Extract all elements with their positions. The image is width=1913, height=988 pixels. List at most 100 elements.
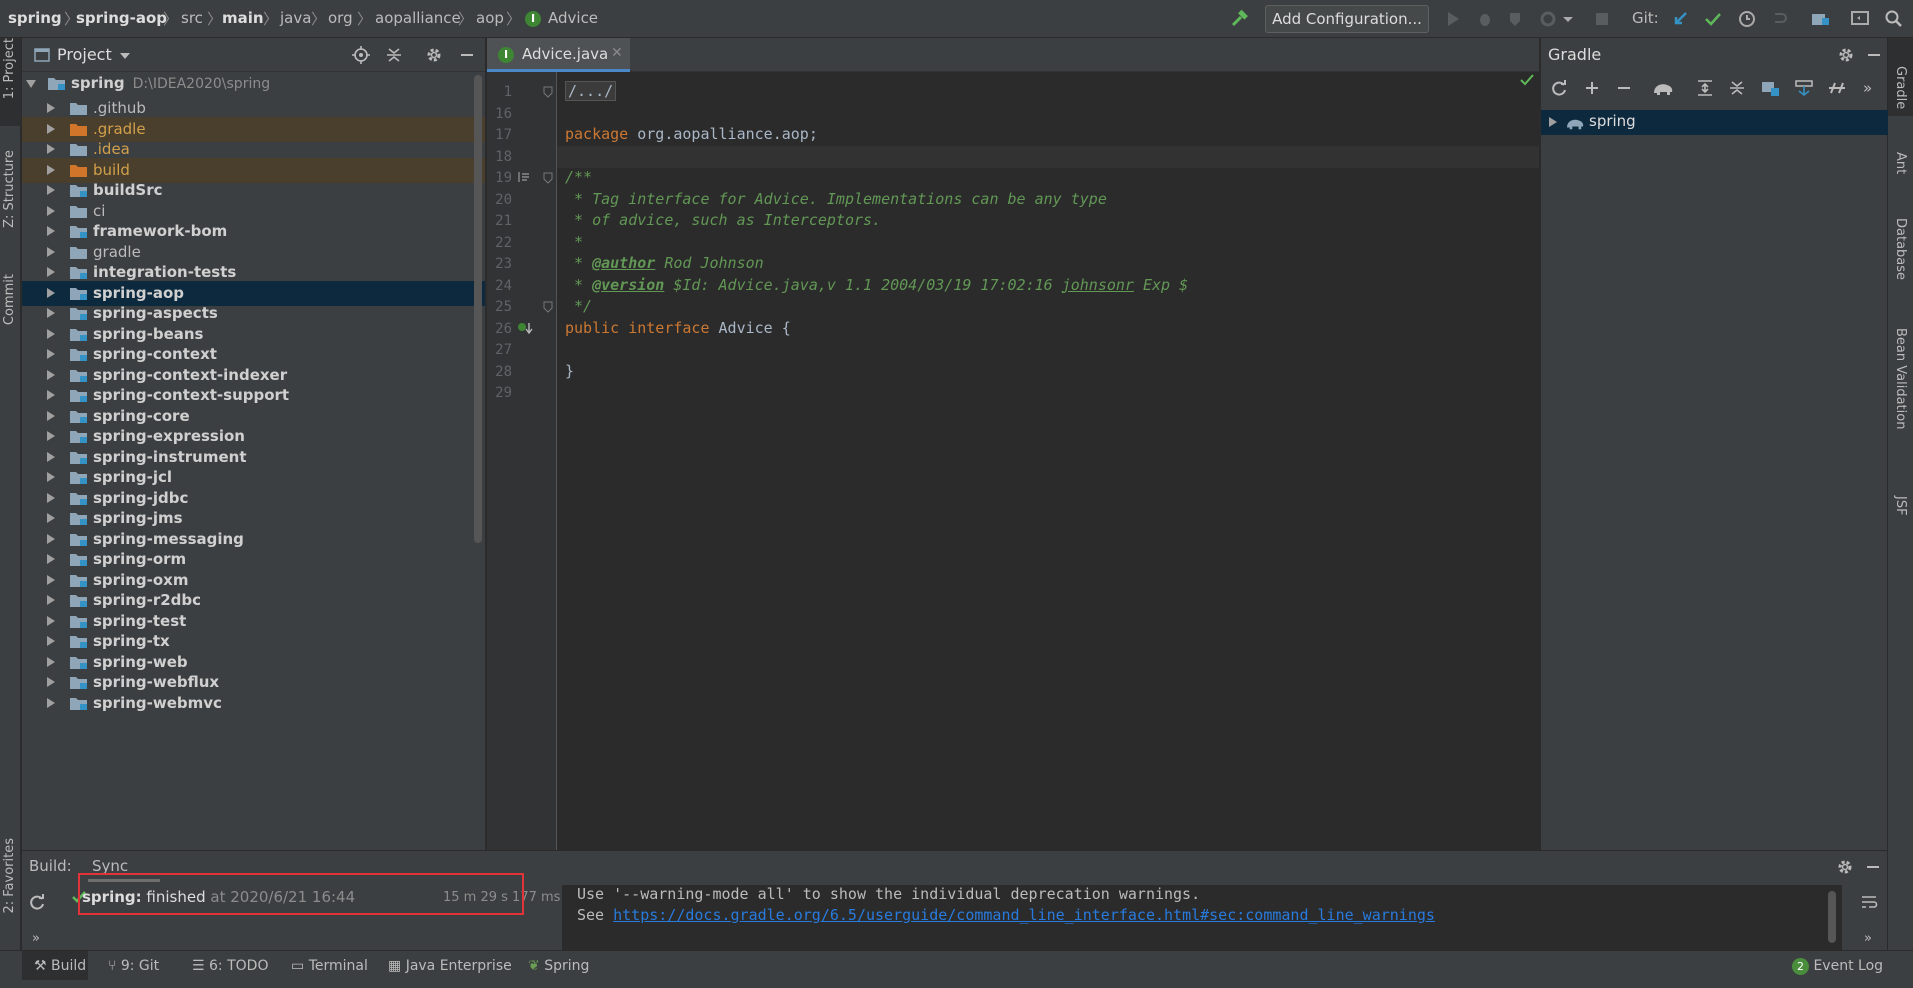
expand-arrow-icon[interactable] <box>47 246 55 257</box>
fold-marker-icon[interactable] <box>543 301 553 313</box>
expand-arrow-icon[interactable] <box>47 636 55 646</box>
presentation-icon[interactable] <box>1850 9 1870 29</box>
gear-icon[interactable] <box>1836 858 1854 876</box>
tab-git[interactable]: ⑂ 9: Git <box>108 951 159 981</box>
expand-arrow-icon[interactable] <box>47 533 55 544</box>
tab-structure[interactable]: Z: Structure <box>0 150 21 262</box>
breadcrumb-main[interactable]: main <box>222 9 264 27</box>
collapse-all-icon[interactable] <box>1728 79 1746 97</box>
expand-arrow-icon[interactable] <box>47 595 55 605</box>
gradle-tree-root[interactable]: spring <box>1541 110 1888 135</box>
expand-arrow-icon[interactable] <box>47 144 55 154</box>
expand-arrow-icon[interactable] <box>47 349 55 359</box>
tab-gradle[interactable]: Gradle <box>1888 38 1913 116</box>
refresh-icon[interactable] <box>1550 79 1568 97</box>
fold-marker-icon[interactable] <box>543 172 553 184</box>
tab-java-enterprise[interactable]: ▦ Java Enterprise <box>388 951 512 981</box>
expand-arrow-icon[interactable] <box>47 615 55 626</box>
build-hammer-icon[interactable] <box>1230 9 1250 29</box>
scrollbar[interactable] <box>1828 891 1836 943</box>
gear-icon[interactable] <box>425 46 443 64</box>
add-configuration-button[interactable]: Add Configuration... <box>1265 5 1429 33</box>
expand-arrow-icon[interactable] <box>47 431 55 441</box>
breadcrumb-java[interactable]: java <box>280 9 311 27</box>
documentation-icon[interactable] <box>517 170 531 184</box>
gear-icon[interactable] <box>1837 46 1855 64</box>
fold-marker-icon[interactable] <box>543 86 553 98</box>
toggle-offline-icon[interactable] <box>1827 79 1847 97</box>
expand-arrow-icon[interactable] <box>47 205 55 216</box>
expand-arrow-icon[interactable] <box>47 472 55 482</box>
rollback-icon[interactable] <box>1769 9 1789 29</box>
expand-arrow-icon[interactable] <box>47 103 55 113</box>
expand-arrow-icon[interactable] <box>47 287 55 298</box>
more-chevrons-icon[interactable]: » <box>1863 79 1872 97</box>
minimize-icon[interactable] <box>1864 858 1882 876</box>
console-link[interactable]: https://docs.gradle.org/6.5/userguide/co… <box>613 906 1435 924</box>
minimize-icon[interactable] <box>1865 46 1883 64</box>
expand-arrow-icon[interactable] <box>47 328 55 339</box>
history-icon[interactable] <box>1737 9 1757 29</box>
expand-arrow-icon[interactable] <box>47 513 55 523</box>
breadcrumb-org[interactable]: org <box>328 9 353 27</box>
expand-arrow-icon[interactable] <box>47 308 55 318</box>
expand-arrow-icon[interactable] <box>47 656 55 667</box>
more-chevrons-icon[interactable]: » <box>1864 931 1872 946</box>
breadcrumb-spring[interactable]: spring <box>8 9 62 27</box>
locate-file-icon[interactable] <box>352 46 370 64</box>
tab-jsf[interactable]: JSF <box>1888 478 1913 538</box>
expand-arrow-icon[interactable] <box>1549 117 1557 127</box>
tree-root-spring[interactable]: spring D:\IDEA2020\spring <box>22 71 485 96</box>
expand-arrow-icon[interactable] <box>47 226 55 236</box>
breadcrumb-aopalliance[interactable]: aopalliance <box>375 9 461 27</box>
expand-arrow-icon[interactable] <box>47 492 55 503</box>
close-icon[interactable]: ✕ <box>611 45 623 61</box>
breadcrumb-spring-aop[interactable]: spring-aop <box>76 9 167 27</box>
tab-favorites[interactable]: 2: Favorites <box>0 838 21 938</box>
expand-arrow-icon[interactable] <box>26 80 36 88</box>
expand-arrow-icon[interactable] <box>47 267 55 277</box>
run-icon[interactable] <box>1443 9 1463 29</box>
soft-wrap-icon[interactable] <box>1860 893 1878 911</box>
add-icon[interactable] <box>1583 79 1601 97</box>
tab-advice-java[interactable]: I Advice.java ✕ <box>487 38 630 72</box>
breadcrumb-aop[interactable]: aop <box>476 9 504 27</box>
expand-all-icon[interactable] <box>1696 79 1714 97</box>
chevron-down-icon[interactable] <box>119 51 131 61</box>
tab-spring[interactable]: ❦ Spring <box>528 951 589 981</box>
tab-commit[interactable]: Commit <box>0 274 21 344</box>
scrollbar[interactable] <box>474 75 482 543</box>
tab-event-log[interactable]: 2 Event Log <box>1792 951 1883 981</box>
coverage-icon[interactable] <box>1506 9 1526 29</box>
minimize-icon[interactable] <box>458 46 476 64</box>
tab-ant[interactable]: Ant <box>1888 130 1913 188</box>
expand-arrow-icon[interactable] <box>47 554 55 564</box>
chevron-down-icon[interactable] <box>1558 9 1578 29</box>
breadcrumb-advice[interactable]: Advice <box>548 9 598 27</box>
tab-terminal[interactable]: ▭ Terminal <box>291 951 368 981</box>
collapse-all-icon[interactable] <box>385 46 403 64</box>
expand-arrow-icon[interactable] <box>47 185 55 195</box>
implemented-down-icon[interactable] <box>517 321 533 335</box>
expand-arrow-icon[interactable] <box>47 677 55 687</box>
inspection-ok-icon[interactable] <box>1519 72 1535 88</box>
debug-icon[interactable] <box>1475 9 1495 29</box>
more-chevrons-icon[interactable]: » <box>32 931 40 946</box>
expand-arrow-icon[interactable] <box>47 697 55 708</box>
tab-project[interactable]: 1: Project <box>0 38 21 126</box>
profile-icon[interactable] <box>1538 9 1558 29</box>
gradle-elephant-icon[interactable] <box>1652 79 1674 97</box>
project-structure-icon[interactable] <box>1810 9 1830 29</box>
breadcrumb-src[interactable]: src <box>181 9 203 27</box>
git-update-icon[interactable] <box>1671 9 1691 29</box>
expand-arrow-icon[interactable] <box>47 369 55 380</box>
git-commit-icon[interactable] <box>1703 9 1723 29</box>
show-dependencies-icon[interactable] <box>1794 79 1814 97</box>
search-icon[interactable] <box>1884 9 1904 29</box>
tab-bean-validation[interactable]: Bean Validation <box>1888 308 1913 468</box>
build-console[interactable]: Use '--warning-mode all' to show the ind… <box>562 885 1842 951</box>
expand-arrow-icon[interactable] <box>47 164 55 175</box>
expand-arrow-icon[interactable] <box>47 123 55 134</box>
project-panel-title[interactable]: Project <box>57 45 112 64</box>
expand-arrow-icon[interactable] <box>47 390 55 400</box>
